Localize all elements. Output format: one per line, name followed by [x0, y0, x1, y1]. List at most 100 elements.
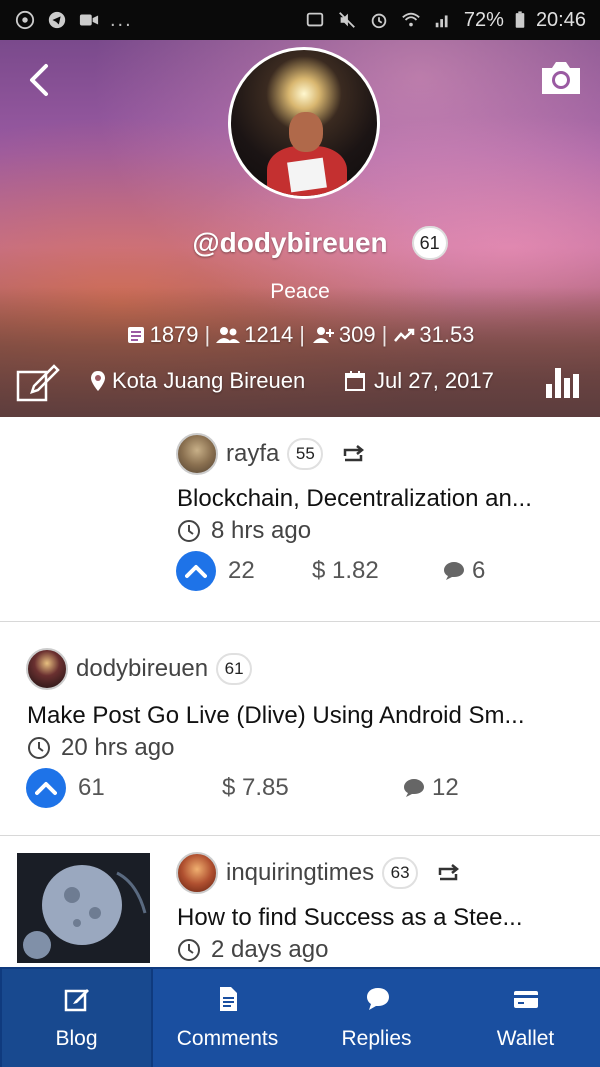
bottom-navigation: Blog Comments Replies Wallet	[0, 967, 600, 1067]
nav-blog[interactable]: Blog	[0, 969, 153, 1067]
post-thumbnail[interactable]	[17, 853, 150, 963]
upvote-chevron-icon	[35, 782, 57, 795]
power-value: 31.53	[419, 322, 475, 347]
mute-icon	[338, 12, 355, 28]
whatsapp-icon	[15, 10, 35, 30]
upvote-button[interactable]	[26, 768, 66, 808]
post-time-text: 20 hrs ago	[61, 734, 175, 761]
nav-wallet[interactable]: Wallet	[451, 969, 600, 1067]
profile-header: @dodybireuen 61 Peace 1879 | 1214 | 309 …	[0, 40, 600, 417]
nav-comments[interactable]: Comments	[153, 969, 302, 1067]
payout[interactable]: $ 7.85	[222, 774, 402, 802]
post-title[interactable]: Make Post Go Live (Dlive) Using Android …	[27, 702, 572, 730]
calendar-icon	[345, 371, 365, 391]
post-time: 20 hrs ago	[27, 734, 174, 762]
document-icon	[219, 987, 237, 1011]
payout[interactable]: $ 1.82	[312, 557, 442, 585]
post-actions: 61 $ 7.85 12	[26, 768, 459, 808]
following-stat[interactable]: 309	[311, 322, 376, 348]
alarm-icon	[371, 13, 387, 29]
following-count: 309	[338, 322, 376, 347]
bar-chart-icon[interactable]	[544, 362, 584, 400]
followers-count: 1214	[244, 322, 294, 347]
battery-icon	[515, 11, 525, 28]
telegram-icon	[48, 11, 66, 29]
post-feed: rayfa 55 Blockchain, Decentralization an…	[0, 417, 600, 967]
comments-metric[interactable]: 12	[402, 774, 459, 802]
post-title[interactable]: Blockchain, Decentralization an...	[177, 485, 572, 513]
post-card[interactable]: dodybireuen 61 Make Post Go Live (Dlive)…	[0, 622, 600, 836]
nav-label: Comments	[176, 1027, 279, 1050]
join-date-text: Jul 27, 2017	[374, 368, 494, 393]
author-name[interactable]: dodybireuen	[76, 655, 208, 683]
author-name[interactable]: rayfa	[226, 440, 279, 468]
power-stat[interactable]: 31.53	[393, 322, 474, 348]
post-author-row: inquiringtimes 63	[176, 852, 462, 894]
clock-icon	[28, 737, 50, 759]
video-camera-icon	[79, 14, 99, 26]
posts-icon	[127, 327, 144, 343]
profile-username: @dodybireuen	[192, 227, 388, 258]
followers-stat[interactable]: 1214	[216, 322, 293, 348]
author-avatar[interactable]	[26, 648, 68, 690]
username-row: @dodybireuen 61	[0, 226, 600, 260]
nav-label: Wallet	[496, 1027, 555, 1050]
back-arrow-icon[interactable]	[22, 62, 58, 98]
author-avatar[interactable]	[176, 852, 218, 894]
join-date: Jul 27, 2017	[344, 368, 494, 394]
comments-metric[interactable]: 6	[442, 557, 485, 585]
author-reputation: 61	[216, 653, 253, 685]
profile-stats: 1879 | 1214 | 309 | 31.53	[0, 322, 600, 348]
battery-percent: 72%	[463, 8, 504, 31]
author-reputation: 63	[382, 857, 419, 889]
posts-count: 1879	[149, 322, 199, 347]
post-title[interactable]: How to find Success as a Stee...	[177, 904, 572, 932]
camera-icon[interactable]	[538, 58, 584, 98]
status-overflow: ...	[110, 8, 133, 31]
reputation-badge: 61	[411, 226, 448, 260]
profile-bio: Peace	[270, 280, 330, 303]
post-author-row: dodybireuen 61	[26, 648, 253, 690]
post-time-text: 8 hrs ago	[211, 517, 312, 544]
post-time-text: 2 days ago	[211, 936, 329, 963]
nav-replies[interactable]: Replies	[302, 969, 451, 1067]
vote-count[interactable]: 61	[78, 774, 222, 802]
post-time: 2 days ago	[177, 936, 328, 964]
profile-meta: Kota Juang Bireuen Jul 27, 2017	[0, 362, 600, 402]
clock-icon	[178, 939, 200, 961]
chat-bubble-icon	[366, 988, 389, 1010]
resteem-icon	[438, 864, 460, 881]
post-author-row: rayfa 55	[176, 433, 367, 475]
add-person-icon	[312, 327, 334, 343]
upvote-button[interactable]	[176, 551, 216, 591]
post-card[interactable]: inquiringtimes 63 How to find Success as…	[0, 836, 600, 967]
location: Kota Juang Bireuen	[90, 368, 305, 394]
location-pin-icon	[91, 371, 105, 391]
signal-icon	[435, 15, 448, 28]
profile-avatar[interactable]	[228, 47, 380, 199]
nav-label: Replies	[341, 1027, 412, 1050]
clock-icon	[178, 520, 200, 542]
status-bar: ... 72% 20:46	[0, 0, 600, 40]
edit-icon	[64, 989, 89, 1012]
author-name[interactable]: inquiringtimes	[226, 859, 374, 887]
post-card[interactable]: rayfa 55 Blockchain, Decentralization an…	[0, 417, 600, 622]
comment-bubble-icon	[404, 779, 424, 797]
resteem-icon	[344, 445, 365, 462]
upvote-chevron-icon	[185, 565, 207, 578]
cast-icon	[306, 12, 324, 27]
comment-count: 6	[472, 557, 486, 584]
location-text: Kota Juang Bireuen	[112, 368, 306, 393]
wifi-icon	[402, 12, 420, 27]
comment-bubble-icon	[444, 562, 464, 580]
edit-profile-icon[interactable]	[16, 362, 60, 402]
clock: 20:46	[535, 8, 586, 31]
post-time: 8 hrs ago	[177, 517, 311, 545]
nav-label: Blog	[55, 1027, 98, 1050]
post-actions: 22 $ 1.82 6	[176, 551, 485, 591]
comment-count: 12	[432, 774, 459, 801]
author-avatar[interactable]	[176, 433, 218, 475]
author-reputation: 55	[287, 438, 324, 470]
posts-stat[interactable]: 1879	[126, 322, 199, 348]
vote-count[interactable]: 22	[228, 557, 312, 585]
